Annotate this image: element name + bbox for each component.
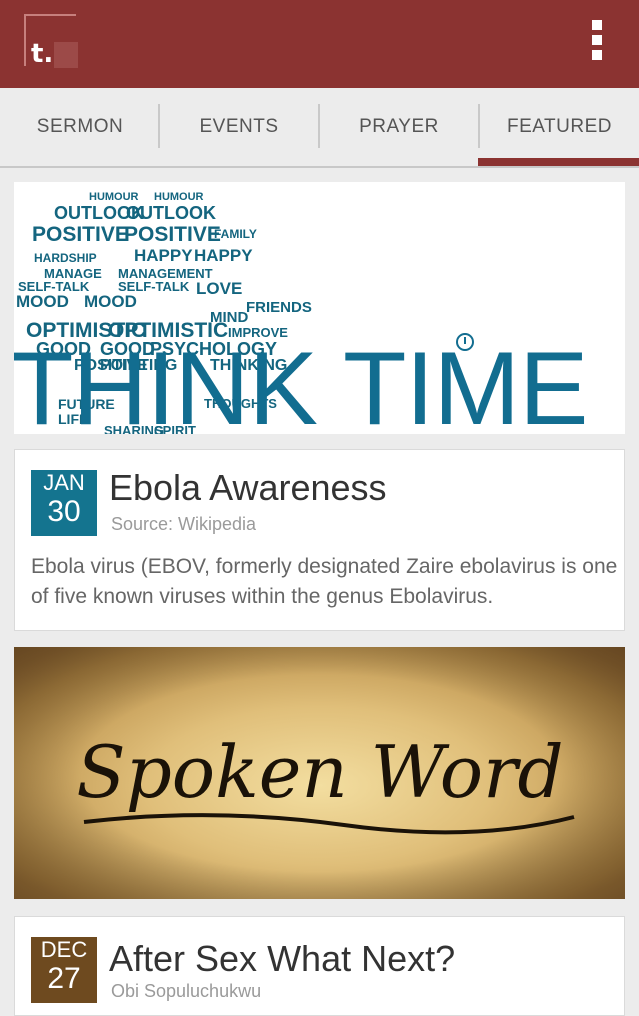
word-cloud-word: FRIENDS bbox=[246, 299, 312, 316]
word-cloud-word: POSITIVE bbox=[124, 223, 221, 246]
word-cloud-word: POSITIVE bbox=[32, 223, 129, 246]
word-cloud-word: HAPPY bbox=[134, 246, 193, 265]
word-cloud-word: HUMOUR bbox=[89, 191, 139, 203]
post-card-after-sex[interactable]: DEC 27 After Sex What Next? Obi Sopuluch… bbox=[14, 916, 625, 1016]
word-cloud-word: FAMILY bbox=[214, 227, 257, 241]
spoken-word-caption: Spoken Word bbox=[76, 730, 563, 814]
word-cloud-word: HAPPY bbox=[194, 246, 253, 265]
word-cloud-word: MOOD bbox=[16, 292, 69, 311]
word-cloud-word: LOVE bbox=[196, 279, 243, 298]
tab-featured[interactable]: FEATURED bbox=[480, 88, 639, 166]
post-source: Source: Wikipedia bbox=[111, 514, 257, 534]
date-badge: DEC 27 bbox=[31, 937, 97, 1003]
post-title: Ebola Awareness bbox=[109, 467, 387, 508]
date-month: DEC bbox=[40, 937, 88, 962]
logo-glyph: t. bbox=[31, 39, 54, 69]
logo-shade bbox=[54, 42, 78, 68]
overflow-menu-icon[interactable] bbox=[586, 20, 608, 64]
logo-frame-left bbox=[24, 14, 26, 66]
app-bar: t. bbox=[0, 0, 639, 88]
word-cloud-word: MIND bbox=[210, 309, 249, 326]
word-cloud-word: MOOD bbox=[84, 292, 137, 311]
tab-sermon[interactable]: SERMON bbox=[0, 88, 160, 166]
banner-title: THINK TIME bbox=[14, 331, 588, 434]
post-card-ebola[interactable]: JAN 30 Ebola Awareness Source: Wikipedia… bbox=[14, 449, 625, 631]
word-cloud-word: HUMOUR bbox=[154, 191, 204, 203]
tab-prayer[interactable]: PRAYER bbox=[320, 88, 478, 166]
spoken-word-artwork: Spoken Word bbox=[14, 647, 625, 899]
word-cloud-word: HARDSHIP bbox=[34, 251, 97, 265]
active-tab-indicator bbox=[478, 158, 639, 166]
date-day: 27 bbox=[47, 962, 81, 995]
think-time-banner[interactable]: HUMOUR HUMOUR OUTLOOK OUTLOOK POSITIVE POSITI… bbox=[14, 182, 625, 434]
post-source: Obi Sopuluchukwu bbox=[111, 981, 262, 1001]
tab-bar: SERMON EVENTS PRAYER FEATURED bbox=[0, 88, 639, 168]
date-badge: JAN 30 bbox=[31, 470, 97, 536]
logo-frame-top bbox=[24, 14, 76, 16]
word-cloud-word: OUTLOOK bbox=[126, 203, 216, 223]
post-title: After Sex What Next? bbox=[109, 938, 456, 979]
app-logo[interactable]: t. bbox=[24, 14, 78, 68]
post-excerpt: Ebola virus (EBOV, formerly designated Z… bbox=[31, 555, 618, 608]
date-day: 30 bbox=[47, 495, 81, 528]
spoken-word-image[interactable]: Spoken Word bbox=[14, 647, 625, 899]
tab-events[interactable]: EVENTS bbox=[160, 88, 318, 166]
date-month: JAN bbox=[43, 470, 85, 495]
